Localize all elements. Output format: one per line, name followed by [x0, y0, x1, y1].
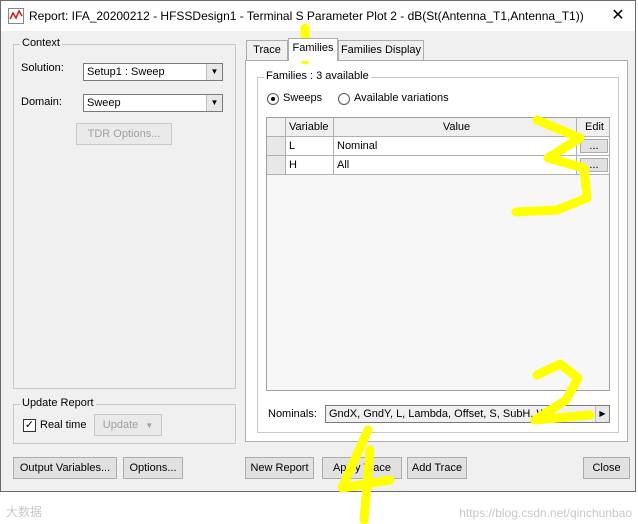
add-trace-button[interactable]: Add Trace [407, 457, 467, 479]
watermark-url: https://blog.csdn.net/qinchunbao [459, 506, 632, 520]
table-corner [267, 118, 286, 137]
solution-select[interactable]: Setup1 : Sweep ▼ [83, 63, 223, 81]
row-header[interactable] [267, 137, 286, 156]
column-header-value[interactable]: Value [334, 118, 577, 137]
edit-button[interactable]: ... [580, 139, 608, 153]
nominals-field[interactable]: GndX, GndY, L, Lambda, Offset, S, SubH, … [325, 405, 610, 423]
tab-families[interactable]: Families [288, 38, 338, 61]
domain-select[interactable]: Sweep ▼ [83, 94, 223, 112]
column-header-variable[interactable]: Variable [286, 118, 334, 137]
nominals-value: GndX, GndY, L, Lambda, Offset, S, SubH, … [329, 408, 547, 420]
chevron-down-icon: ▼ [206, 64, 222, 80]
update-button-label: Update [102, 419, 139, 431]
table-row-variable[interactable]: H [286, 156, 334, 175]
chevron-down-icon: ▼ [206, 95, 222, 111]
nominals-label: Nominals: [268, 408, 317, 420]
edit-button[interactable]: ... [580, 158, 608, 172]
table-row-variable[interactable]: L [286, 137, 334, 156]
table-row-value[interactable]: All [334, 156, 577, 175]
solution-select-value: Setup1 : Sweep [87, 66, 165, 78]
sweeps-radio-label: Sweeps [283, 92, 323, 104]
title-bar: Report: IFA_20200212 - HFSSDesign1 - Ter… [1, 1, 635, 31]
available-variations-label: Available variations [354, 92, 449, 104]
available-variations-radio[interactable] [338, 93, 350, 105]
table-row-value[interactable]: Nominal [334, 137, 577, 156]
window-close-icon[interactable]: ✕ [609, 7, 627, 25]
new-report-button[interactable]: New Report [245, 457, 314, 479]
dropdown-arrow-icon: ▼ [145, 421, 154, 430]
report-window: Report: IFA_20200212 - HFSSDesign1 - Ter… [0, 0, 636, 492]
families-group-label: Families : 3 available [264, 70, 371, 82]
update-report-group-label: Update Report [20, 397, 96, 409]
tdr-options-button[interactable]: TDR Options... [76, 123, 172, 145]
window-title: Report: IFA_20200212 - HFSSDesign1 - Ter… [29, 9, 584, 23]
column-header-edit[interactable]: Edit [577, 118, 610, 137]
tab-trace[interactable]: Trace [246, 40, 288, 60]
chevron-right-icon[interactable]: ▶ [595, 406, 609, 422]
solution-label: Solution: [21, 62, 64, 74]
app-icon [8, 8, 24, 24]
realtime-label: Real time [40, 419, 87, 431]
output-variables-button[interactable]: Output Variables... [13, 457, 117, 479]
domain-label: Domain: [21, 96, 62, 108]
context-group-label: Context [20, 37, 62, 49]
update-button[interactable]: Update ▼ [94, 414, 162, 436]
domain-select-value: Sweep [87, 97, 121, 109]
tab-families-display[interactable]: Families Display [338, 40, 424, 60]
close-button[interactable]: Close [583, 457, 630, 479]
sweeps-radio[interactable] [267, 93, 279, 105]
options-button[interactable]: Options... [123, 457, 183, 479]
row-header[interactable] [267, 156, 286, 175]
table-row-edit-cell: ... [577, 137, 610, 156]
apply-trace-button[interactable]: Apply Trace [322, 457, 402, 479]
watermark-left: 大数据 [6, 505, 43, 519]
table-row-edit-cell: ... [577, 156, 610, 175]
realtime-checkbox[interactable]: ✓ [23, 419, 36, 432]
families-table: Variable Value Edit L Nominal ... H All … [266, 117, 610, 391]
